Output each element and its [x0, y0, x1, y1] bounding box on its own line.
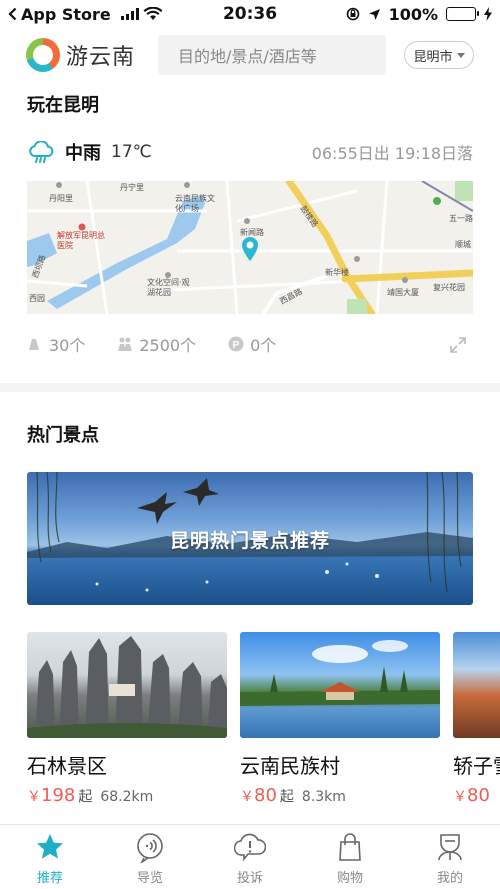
attraction-meta: ￥80 起 8.3km: [240, 785, 440, 806]
attraction-name: 石林景区: [27, 754, 107, 778]
attraction-image: [453, 632, 500, 738]
toilet-count: 30个: [27, 332, 85, 356]
map-label: 复兴花园: [433, 283, 465, 292]
carrier-label[interactable]: App Store: [21, 5, 111, 24]
section-divider: [0, 383, 500, 392]
hot-section-title: 热门景点: [27, 425, 99, 446]
logo-mark-icon: [26, 38, 60, 72]
status-right: 100%: [322, 5, 492, 24]
status-time: 20:36: [222, 4, 278, 24]
wifi-icon: [143, 7, 163, 20]
attraction-price: ￥80 起: [240, 785, 294, 806]
shopping-bag-icon: [339, 833, 361, 861]
hot-attractions-banner[interactable]: 昆明热门景点推荐: [27, 472, 473, 605]
banner-title: 昆明热门景点推荐: [169, 530, 330, 552]
back-arrow-icon[interactable]: [8, 7, 17, 21]
star-icon: [37, 834, 63, 859]
tab-profile[interactable]: 我的: [400, 825, 500, 889]
ethnic-village-scenery: [240, 640, 440, 706]
logo-text: 游云南: [66, 45, 136, 70]
search-input[interactable]: 目的地/景点/酒店等: [158, 35, 386, 75]
expand-icon[interactable]: [449, 336, 467, 354]
rotation-lock-icon: [346, 7, 359, 21]
map-label: 五一路: [449, 214, 473, 223]
parking-count: P 0个: [228, 332, 276, 356]
app-header: 游云南 目的地/景点/酒店等 昆明市: [0, 32, 500, 78]
map-label: 新华楼: [325, 268, 349, 277]
battery-percent: 100%: [388, 4, 438, 24]
toilet-count-value: 30个: [49, 336, 86, 355]
tab-guide[interactable]: 导览: [100, 825, 200, 889]
attraction-distance: 8.3km: [301, 789, 346, 805]
attraction-name: 云南民族村: [240, 754, 340, 778]
map-label: 文化空间·观湖花园: [147, 278, 190, 297]
signal-icon: [120, 8, 139, 20]
map-label: 云南民族文化广场: [175, 194, 215, 213]
location-arrow-icon: [368, 8, 380, 20]
status-left: App Store: [8, 5, 178, 24]
city-selector[interactable]: 昆明市: [404, 41, 474, 69]
tab-label: 投诉: [236, 871, 263, 886]
attraction-distance: 68.2km: [100, 789, 154, 805]
map-pin-icon[interactable]: [239, 235, 261, 265]
status-bar: App Store 20:36 100%: [0, 0, 500, 28]
chevron-down-icon: [456, 52, 465, 58]
map-label: 解放军昆明总医院: [57, 231, 105, 250]
parking-count-value: 0个: [250, 336, 277, 355]
svg-text:P: P: [233, 340, 240, 351]
tab-bar: 推荐 导览 投诉 购物 我的: [0, 824, 500, 889]
audio-guide-icon: [137, 833, 163, 863]
stone-forest-scenery: [27, 636, 227, 738]
profile-icon: [438, 834, 462, 861]
people-count-value: 2500个: [139, 336, 197, 355]
attraction-card[interactable]: 云南民族村 ￥80 起 8.3km: [240, 632, 440, 806]
app-logo: 游云南: [26, 38, 158, 72]
complaint-icon: [234, 833, 266, 862]
tab-label: 导览: [136, 871, 163, 886]
tab-label: 我的: [436, 871, 463, 886]
city-label: 昆明市: [413, 49, 453, 65]
tab-shopping[interactable]: 购物: [300, 825, 400, 889]
tab-label: 推荐: [36, 871, 63, 886]
toilet-icon: [29, 337, 39, 350]
map-label: 丹宁里: [120, 183, 144, 192]
attraction-image: [240, 632, 440, 738]
tab-recommend[interactable]: 推荐: [0, 825, 100, 889]
cloud-rain-icon: [29, 141, 54, 163]
map-label: 顺城: [455, 240, 471, 249]
attraction-meta: ￥80: [453, 785, 500, 806]
map-stats: 30个 2500个 P 0个: [27, 332, 473, 356]
attraction-price: ￥80: [453, 785, 490, 806]
parking-icon: P: [228, 336, 244, 352]
tab-label: 购物: [336, 871, 363, 886]
weather-temperature: 17℃: [111, 142, 152, 162]
attraction-meta: ￥198 起 68.2km: [27, 785, 227, 806]
battery-icon: [446, 7, 479, 21]
weather-row: 中雨 17℃ 06:55日出 19:18日落: [27, 138, 473, 166]
play-section-title: 玩在昆明: [27, 95, 99, 116]
search-placeholder: 目的地/景点/酒店等: [178, 47, 317, 66]
city-map[interactable]: 丹宁里 丹阳里 云南民族文化广场 解放军昆明总医院 新闻路 文化空间·观湖花园 …: [27, 181, 473, 314]
map-label: 靖国大厦: [387, 288, 419, 297]
attraction-image: [27, 632, 227, 738]
charging-bolt-icon: [484, 7, 492, 21]
attraction-name: 轿子雪山: [453, 754, 500, 778]
sunrise-sunset: 06:55日出 19:18日落: [311, 144, 473, 163]
attraction-price: ￥198 起: [27, 785, 93, 806]
attraction-card[interactable]: 石林景区 ￥198 起 68.2km: [27, 632, 227, 806]
weather-condition: 中雨: [65, 143, 101, 164]
attraction-card[interactable]: 轿子雪山 ￥80: [453, 632, 500, 806]
map-label: 西园: [29, 294, 45, 303]
people-count: 2500个: [117, 332, 196, 356]
tab-complaint[interactable]: 投诉: [200, 825, 300, 889]
people-icon: [118, 337, 133, 351]
attractions-carousel[interactable]: 石林景区 ￥198起 68.2km 云南民族村 ￥80起 8.3km 轿子雪山: [27, 632, 500, 812]
map-label: 丹阳里: [49, 194, 73, 203]
